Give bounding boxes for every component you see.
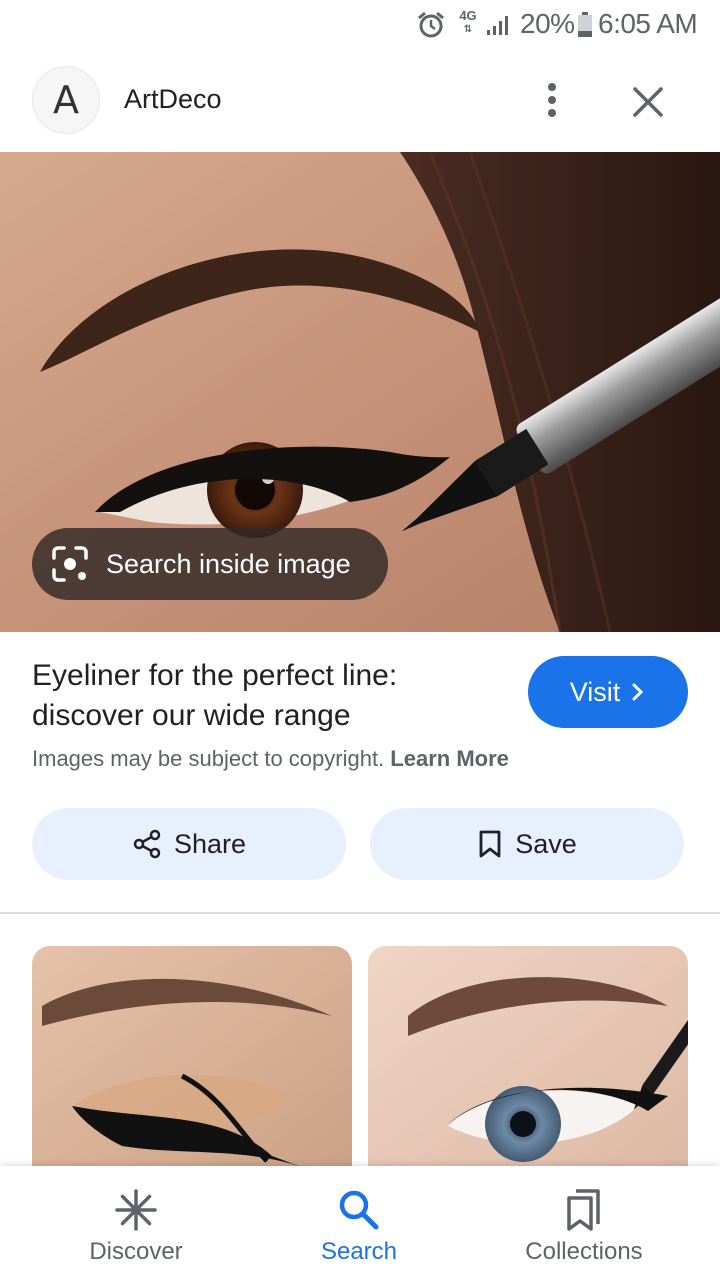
status-bar: 4G ⇅ 20% 6:05 AM xyxy=(0,0,720,50)
eyeliner-thumbnail xyxy=(32,946,352,1186)
share-button[interactable]: Share xyxy=(32,808,346,880)
asterisk-icon xyxy=(115,1189,157,1231)
logo-letter: A xyxy=(53,78,79,122)
network-type: 4G ⇅ xyxy=(459,8,477,35)
save-label: Save xyxy=(515,828,577,859)
nav-discover[interactable]: Discover xyxy=(36,1166,236,1280)
nav-search-label: Search xyxy=(320,1238,398,1265)
visit-label: Visit xyxy=(569,676,621,707)
eyeliner-thumbnail xyxy=(368,946,688,1186)
chevron-right-icon xyxy=(632,683,644,701)
lens-icon xyxy=(52,546,88,582)
header: A ArtDeco xyxy=(0,64,720,136)
share-icon xyxy=(133,829,161,859)
bookmark-icon xyxy=(479,830,501,858)
signal-icon xyxy=(487,16,508,35)
close-icon xyxy=(633,87,663,117)
copyright-text: Images may be subject to copyright. xyxy=(32,746,385,771)
copyright-notice: Images may be subject to copyright. Lear… xyxy=(32,746,509,772)
hero-image[interactable]: Search inside image xyxy=(0,152,720,632)
related-image[interactable] xyxy=(368,946,688,1186)
save-button[interactable]: Save xyxy=(370,808,684,880)
alarm-icon xyxy=(418,11,444,38)
result-title[interactable]: Eyeliner for the perfect line: discover … xyxy=(32,656,502,736)
divider xyxy=(0,912,720,914)
clock: 6:05 AM xyxy=(598,8,698,39)
nav-discover-label: Discover xyxy=(89,1238,183,1265)
more-vert-icon xyxy=(548,83,556,117)
more-options-button[interactable] xyxy=(530,78,574,122)
visit-button[interactable]: Visit xyxy=(528,656,688,728)
share-label: Share xyxy=(173,828,247,859)
search-icon xyxy=(339,1190,379,1230)
battery-percent: 20% xyxy=(520,8,575,39)
lens-label: Search inside image xyxy=(106,548,351,579)
search-inside-image-button[interactable]: Search inside image xyxy=(32,528,388,600)
nav-collections-label: Collections xyxy=(525,1238,643,1265)
site-name[interactable]: ArtDeco xyxy=(124,84,222,115)
bottom-navigation: Discover Search Collections xyxy=(0,1166,720,1280)
close-button[interactable] xyxy=(624,78,672,126)
nav-collections[interactable]: Collections xyxy=(484,1166,684,1280)
site-logo[interactable]: A xyxy=(32,66,100,134)
collections-icon xyxy=(567,1189,600,1231)
learn-more-link[interactable]: Learn More xyxy=(390,746,509,771)
nav-search[interactable]: Search xyxy=(259,1166,459,1280)
related-image[interactable] xyxy=(32,946,352,1186)
battery-icon xyxy=(578,12,592,37)
